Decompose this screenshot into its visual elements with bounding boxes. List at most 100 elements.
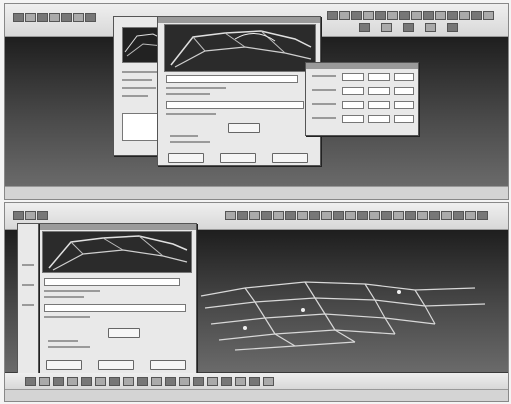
toolbar-icon[interactable] <box>13 211 24 220</box>
toolbar-icon[interactable] <box>263 377 274 386</box>
parameter-field[interactable] <box>342 101 364 109</box>
parameter-field[interactable] <box>394 115 414 123</box>
toolbar-icon[interactable] <box>179 377 190 386</box>
toolbar-icon[interactable] <box>85 13 96 22</box>
dialog-label <box>44 296 84 298</box>
toolbar-icon[interactable] <box>435 11 446 20</box>
toolbar-icon[interactable] <box>477 211 488 220</box>
toolbar-icon[interactable] <box>249 377 260 386</box>
toolbar-icon[interactable] <box>345 211 356 220</box>
toolbar-icon[interactable] <box>25 13 36 22</box>
parameters-dialog <box>305 62 419 136</box>
toolbar-icon[interactable] <box>165 377 176 386</box>
toolbar-icon[interactable] <box>151 377 162 386</box>
toolbar-icon[interactable] <box>81 377 92 386</box>
toolbar-icon[interactable] <box>393 211 404 220</box>
toolbar-icon[interactable] <box>381 23 392 32</box>
toolbar-icon[interactable] <box>429 211 440 220</box>
dialog-button[interactable] <box>272 153 308 163</box>
toolbar-icon[interactable] <box>225 211 236 220</box>
toolbar-icon[interactable] <box>339 11 350 20</box>
parameter-field[interactable] <box>368 115 390 123</box>
toolbar-icon[interactable] <box>193 377 204 386</box>
toolbar-icon[interactable] <box>411 11 422 20</box>
toolbar-icon[interactable] <box>403 23 414 32</box>
dialog-button[interactable] <box>228 123 260 133</box>
parameter-field[interactable] <box>368 101 390 109</box>
toolbar-icon[interactable] <box>399 11 410 20</box>
toolbar-icon[interactable] <box>13 13 24 22</box>
parameter-field[interactable] <box>342 115 364 123</box>
toolbar-icon[interactable] <box>285 211 296 220</box>
dialog-button[interactable] <box>220 153 256 163</box>
toolbar-icon[interactable] <box>359 23 370 32</box>
toolbar-icon[interactable] <box>221 377 232 386</box>
toolbar-icon[interactable] <box>273 211 284 220</box>
parameter-label <box>312 117 336 119</box>
parameter-field[interactable] <box>342 87 364 95</box>
dialog-field[interactable] <box>44 304 186 312</box>
toolbar-icon[interactable] <box>37 13 48 22</box>
toolbar-icon[interactable] <box>417 211 428 220</box>
toolbar-icon[interactable] <box>237 211 248 220</box>
toolbar-icon[interactable] <box>207 377 218 386</box>
dialog-button[interactable] <box>108 328 140 338</box>
toolbar-icon[interactable] <box>327 11 338 20</box>
toolbar-icon[interactable] <box>357 211 368 220</box>
toolbar-icon[interactable] <box>471 11 482 20</box>
toolbar-icon[interactable] <box>297 211 308 220</box>
toolbar-icon[interactable] <box>459 11 470 20</box>
toolbar-icon[interactable] <box>483 11 494 20</box>
dialog-button[interactable] <box>150 360 186 370</box>
dialog-button[interactable] <box>46 360 82 370</box>
toolbar-icon[interactable] <box>363 11 374 20</box>
toolbar-icon[interactable] <box>369 211 380 220</box>
toolbar-icon[interactable] <box>137 377 148 386</box>
toolbar-icon[interactable] <box>423 11 434 20</box>
dialog-field[interactable] <box>44 278 180 286</box>
toolbar-icon[interactable] <box>387 11 398 20</box>
toolbar-icon[interactable] <box>405 211 416 220</box>
toolbar-icon[interactable] <box>321 211 332 220</box>
toolbar-icon[interactable] <box>39 377 50 386</box>
toolbar-icon[interactable] <box>425 23 436 32</box>
dialog-button[interactable] <box>168 153 204 163</box>
toolbar-icon[interactable] <box>37 211 48 220</box>
toolbar-icon[interactable] <box>375 11 386 20</box>
toolbar-icon[interactable] <box>447 11 458 20</box>
parameter-field[interactable] <box>342 73 364 81</box>
toolbar-icon[interactable] <box>453 211 464 220</box>
toolbar-icon[interactable] <box>249 211 260 220</box>
bottom-command-bar <box>5 373 508 390</box>
toolbar-icon[interactable] <box>261 211 272 220</box>
parameter-field[interactable] <box>394 73 414 81</box>
toolbar-icon[interactable] <box>351 11 362 20</box>
toolbar-icon[interactable] <box>447 23 458 32</box>
toolbar-icon[interactable] <box>25 377 36 386</box>
parameter-field[interactable] <box>368 87 390 95</box>
toolbar-icon[interactable] <box>67 377 78 386</box>
settings-row <box>122 95 148 97</box>
toolbar-icon[interactable] <box>109 377 120 386</box>
toolbar-icon[interactable] <box>381 211 392 220</box>
toolbar-icon[interactable] <box>25 211 36 220</box>
toolbar-icon[interactable] <box>123 377 134 386</box>
toolbar-icon[interactable] <box>49 13 60 22</box>
parameter-field[interactable] <box>394 101 414 109</box>
toolbar-icon[interactable] <box>95 377 106 386</box>
toolbar-icon[interactable] <box>333 211 344 220</box>
toolbar-icon[interactable] <box>53 377 64 386</box>
toolbar-icon[interactable] <box>61 13 72 22</box>
dialog-field[interactable] <box>166 75 298 83</box>
toolbar-icon[interactable] <box>441 211 452 220</box>
dialog-button[interactable] <box>98 360 134 370</box>
dialog-label <box>48 340 78 342</box>
settings-row <box>122 87 156 89</box>
parameter-field[interactable] <box>394 87 414 95</box>
dialog-field[interactable] <box>166 101 304 109</box>
toolbar-icon[interactable] <box>73 13 84 22</box>
toolbar-icon[interactable] <box>235 377 246 386</box>
parameter-field[interactable] <box>368 73 390 81</box>
toolbar-icon[interactable] <box>309 211 320 220</box>
toolbar-icon[interactable] <box>465 211 476 220</box>
